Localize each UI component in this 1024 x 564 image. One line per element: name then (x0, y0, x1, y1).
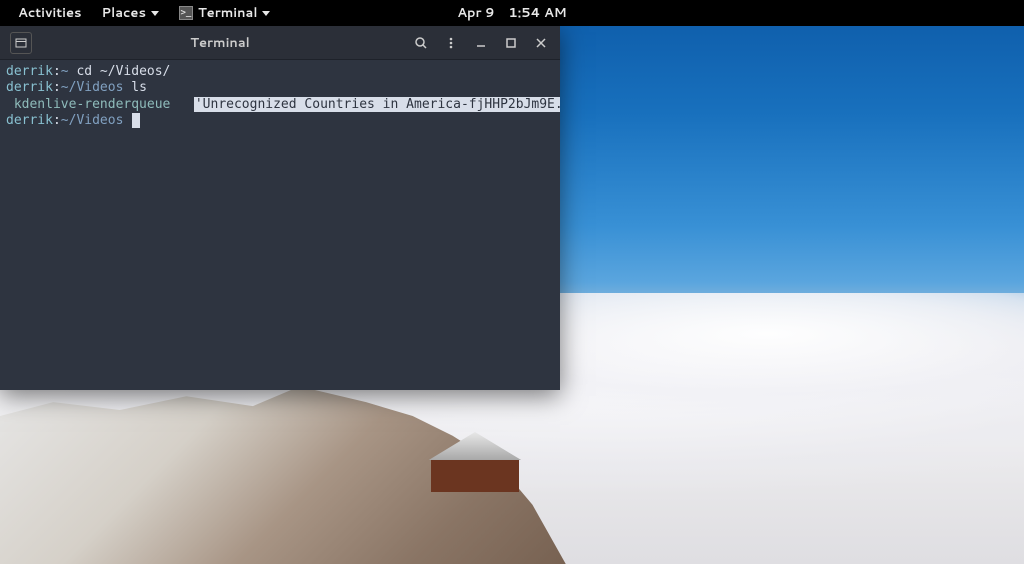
prompt-path: ~/Videos (61, 80, 124, 95)
prompt-path: ~ (61, 64, 69, 79)
maximize-button[interactable] (498, 30, 524, 56)
window-titlebar[interactable]: Terminal (0, 26, 560, 60)
prompt-path: ~/Videos (61, 113, 124, 128)
command-text: cd ~/Videos/ (69, 64, 171, 79)
places-menu[interactable]: Places (92, 0, 169, 26)
menu-icon (444, 36, 458, 50)
search-icon (414, 36, 428, 50)
activities-button[interactable]: Activities (8, 0, 92, 26)
new-tab-button[interactable] (10, 32, 32, 54)
terminal-body[interactable]: derrik:~ cd ~/Videos/ derrik:~/Videos ls… (0, 60, 560, 390)
command-text: ls (123, 80, 146, 95)
prompt-sep: : (53, 80, 61, 95)
terminal-app-icon: >_ (179, 6, 193, 20)
search-button[interactable] (408, 30, 434, 56)
prompt-trail (123, 113, 131, 128)
hamburger-menu-button[interactable] (438, 30, 464, 56)
close-icon (534, 36, 548, 50)
chevron-down-icon (262, 11, 270, 16)
terminal-cursor (132, 113, 140, 128)
minimize-button[interactable] (468, 30, 494, 56)
places-label: Places (102, 4, 146, 22)
ls-file-entry: 'Unrecognized Countries in America-fjHHP… (194, 97, 560, 112)
maximize-icon (504, 36, 518, 50)
chevron-down-icon (151, 11, 159, 16)
prompt-user: derrik (6, 80, 53, 95)
wallpaper-chalet (420, 432, 530, 492)
clock-time: 1:54 AM (504, 4, 570, 22)
minimize-icon (474, 36, 488, 50)
prompt-user: derrik (6, 113, 53, 128)
close-button[interactable] (528, 30, 554, 56)
ls-directory-entry: kdenlive-renderqueue (6, 97, 178, 112)
prompt-sep: : (53, 113, 61, 128)
terminal-window: Terminal derrik:~ cd ~/Videos/ derrik:~/… (0, 26, 560, 390)
active-app-label: Terminal (198, 4, 258, 22)
prompt-user: derrik (6, 64, 53, 79)
clock-date: Apr 9 (453, 4, 498, 22)
window-title: Terminal (32, 34, 408, 52)
active-app-menu[interactable]: >_ Terminal (169, 0, 281, 26)
prompt-sep: : (53, 64, 61, 79)
new-tab-icon (15, 37, 27, 49)
activities-label: Activities (18, 4, 82, 22)
